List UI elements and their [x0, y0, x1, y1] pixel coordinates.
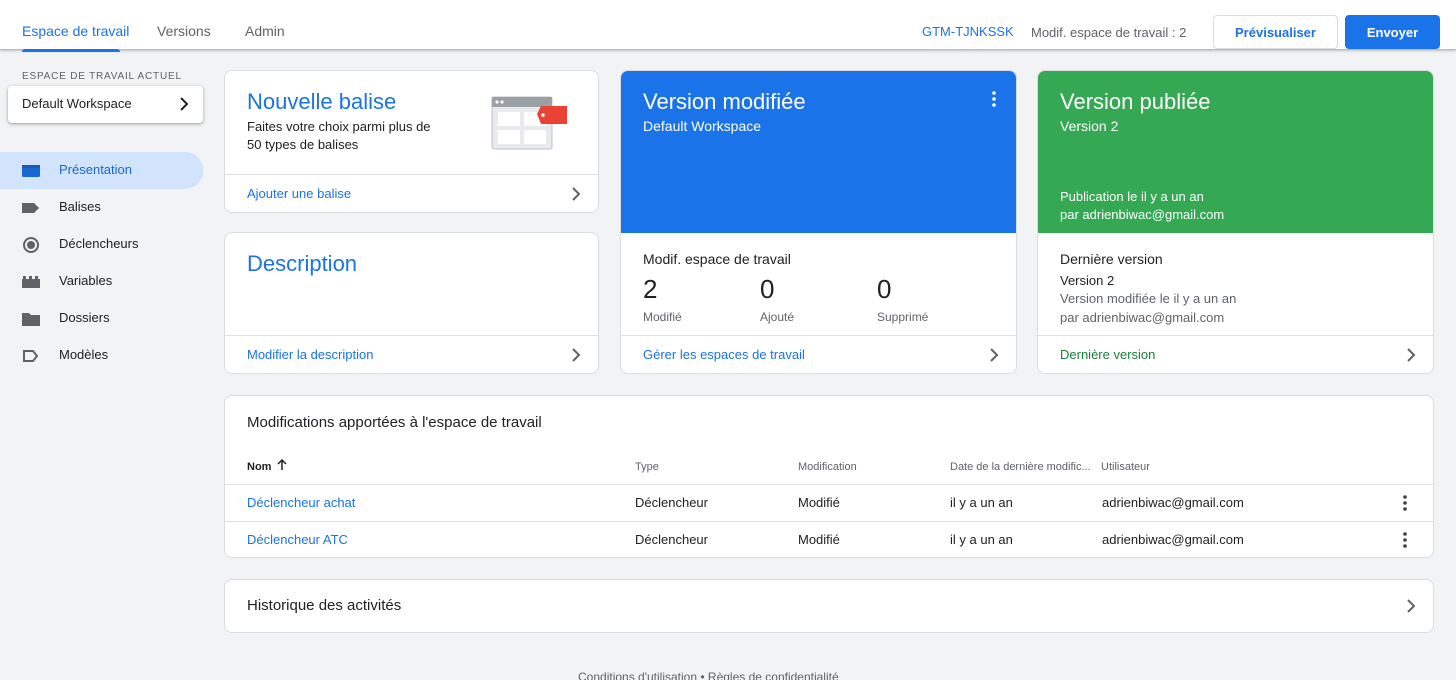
column-header-type[interactable]: Type: [635, 461, 659, 473]
stat-modified-value: 2: [643, 274, 658, 304]
chevron-right-icon: [180, 97, 189, 111]
trigger-icon: [23, 237, 39, 253]
modified-version-workspace: Default Workspace: [643, 118, 762, 134]
sidebar-item-templates[interactable]: Modèles: [0, 337, 203, 374]
chevron-right-icon: [572, 187, 581, 201]
sidebar-item-variables[interactable]: Variables: [0, 263, 203, 300]
sidebar-item-label: Déclencheurs: [59, 236, 139, 251]
tab-workspace[interactable]: Espace de travail: [22, 23, 129, 39]
stat-deleted-label: Supprimé: [877, 310, 929, 324]
changes-title: Modifications apportées à l'espace de tr…: [247, 414, 542, 431]
description-title[interactable]: Description: [247, 251, 357, 277]
new-tag-card[interactable]: Nouvelle balise Faites votre choix parmi…: [224, 70, 599, 213]
chevron-right-icon: [1407, 348, 1416, 362]
template-icon: [23, 350, 39, 362]
stat-added-value: 0: [760, 274, 775, 304]
activity-history-title[interactable]: Historique des activités: [247, 597, 401, 614]
current-workspace-label: ESPACE DE TRAVAIL ACTUEL: [22, 71, 182, 82]
row-name[interactable]: Déclencheur achat: [247, 495, 355, 510]
chevron-right-icon: [1407, 599, 1416, 613]
sidebar-item-tags[interactable]: Balises: [0, 189, 203, 226]
edit-description-link[interactable]: Modifier la description: [247, 347, 373, 362]
tab-admin[interactable]: Admin: [245, 23, 285, 39]
description-footer[interactable]: Modifier la description: [225, 335, 598, 373]
new-tag-footer[interactable]: Ajouter une balise: [225, 174, 598, 212]
last-version-modified: Version modifiée le il y a un an: [1060, 291, 1237, 306]
description-card[interactable]: Description Modifier la description: [224, 232, 599, 374]
more-vert-icon[interactable]: [1403, 532, 1407, 548]
workspace-changes-count: Modif. espace de travail : 2: [1031, 25, 1187, 40]
last-version-number: Version 2: [1060, 273, 1115, 288]
stat-modified-label: Modifié: [643, 310, 682, 324]
published-version-title: Version publiée: [1060, 89, 1211, 114]
footer-links[interactable]: Conditions d'utilisation • Règles de con…: [578, 670, 839, 680]
stat-deleted-value: 0: [877, 274, 892, 304]
stat-added-label: Ajouté: [760, 310, 795, 324]
modified-version-card: Version modifiée Default Workspace Modif…: [620, 70, 1017, 374]
column-header-date[interactable]: Date de la dernière modific...: [950, 461, 1091, 473]
sidebar-item-triggers[interactable]: Déclencheurs: [0, 226, 203, 263]
row-change: Modifié: [798, 532, 840, 547]
variables-icon: [22, 276, 40, 288]
workspace-name: Default Workspace: [22, 96, 132, 111]
tag-illustration-icon: [491, 96, 567, 150]
chevron-right-icon: [572, 348, 581, 362]
manage-workspaces-footer[interactable]: Gérer les espaces de travail: [621, 335, 1016, 373]
row-type: Déclencheur: [635, 495, 708, 510]
chevron-right-icon: [990, 348, 999, 362]
modified-version-title: Version modifiée: [643, 89, 806, 114]
tab-versions[interactable]: Versions: [157, 23, 211, 39]
add-tag-link[interactable]: Ajouter une balise: [247, 186, 351, 201]
last-version-title: Dernière version: [1060, 251, 1163, 267]
row-user: adrienbiwac@gmail.com: [1102, 532, 1244, 547]
last-version-footer[interactable]: Dernière version: [1038, 335, 1433, 373]
row-date: il y a un an: [950, 495, 1013, 510]
row-type: Déclencheur: [635, 532, 708, 547]
modified-version-header: Version modifiée Default Workspace: [621, 71, 1016, 233]
folder-icon: [22, 313, 40, 326]
sidebar-item-overview[interactable]: Présentation: [0, 152, 203, 189]
send-button[interactable]: Envoyer: [1345, 15, 1440, 49]
published-date: Publication le il y a un an: [1060, 189, 1204, 204]
published-by: par adrienbiwac@gmail.com: [1060, 207, 1225, 222]
sidebar-item-label: Présentation: [59, 162, 132, 177]
column-header-user[interactable]: Utilisateur: [1101, 461, 1150, 473]
row-date: il y a un an: [950, 532, 1013, 547]
overview-icon: [22, 165, 40, 177]
active-tab-indicator: [22, 49, 120, 52]
more-vert-icon[interactable]: [1403, 495, 1407, 511]
preview-button[interactable]: Prévisualiser: [1213, 15, 1338, 49]
column-header-name[interactable]: Nom: [247, 461, 271, 473]
activity-history-card[interactable]: Historique des activités: [224, 579, 1434, 633]
workspace-changes-card: Modifications apportées à l'espace de tr…: [224, 395, 1434, 558]
more-vert-icon[interactable]: [992, 91, 996, 107]
published-version-header: Version publiée Version 2 Publication le…: [1038, 71, 1433, 233]
new-tag-title[interactable]: Nouvelle balise: [247, 89, 396, 115]
tag-icon: [22, 203, 39, 213]
last-version-by: par adrienbiwac@gmail.com: [1060, 310, 1225, 325]
sidebar-item-label: Dossiers: [59, 310, 110, 325]
published-version-number: Version 2: [1060, 118, 1119, 134]
sidebar-item-label: Balises: [59, 199, 101, 214]
table-row[interactable]: Déclencheur achat Déclencheur Modifié il…: [225, 484, 1433, 521]
column-header-change[interactable]: Modification: [798, 461, 857, 473]
container-id-link[interactable]: GTM-TJNKSSK: [922, 24, 1014, 39]
manage-workspaces-link[interactable]: Gérer les espaces de travail: [643, 347, 805, 362]
last-version-link[interactable]: Dernière version: [1060, 347, 1155, 362]
arrow-up-icon[interactable]: [277, 459, 287, 471]
workspace-selector[interactable]: Default Workspace: [8, 86, 203, 123]
new-tag-desc-line1: Faites votre choix parmi plus de: [247, 119, 431, 134]
row-name[interactable]: Déclencheur ATC: [247, 532, 348, 547]
new-tag-desc-line2: 50 types de balises: [247, 137, 359, 152]
sidebar-item-folders[interactable]: Dossiers: [0, 300, 203, 337]
row-change: Modifié: [798, 495, 840, 510]
published-version-card: Version publiée Version 2 Publication le…: [1037, 70, 1434, 374]
table-row[interactable]: Déclencheur ATC Déclencheur Modifié il y…: [225, 521, 1433, 557]
workspace-changes-title: Modif. espace de travail: [643, 251, 791, 267]
sidebar-item-label: Modèles: [59, 347, 109, 362]
top-bar: Espace de travail Versions Admin GTM-TJN…: [0, 0, 1456, 52]
sidebar-item-label: Variables: [59, 273, 113, 288]
row-user: adrienbiwac@gmail.com: [1102, 495, 1244, 510]
